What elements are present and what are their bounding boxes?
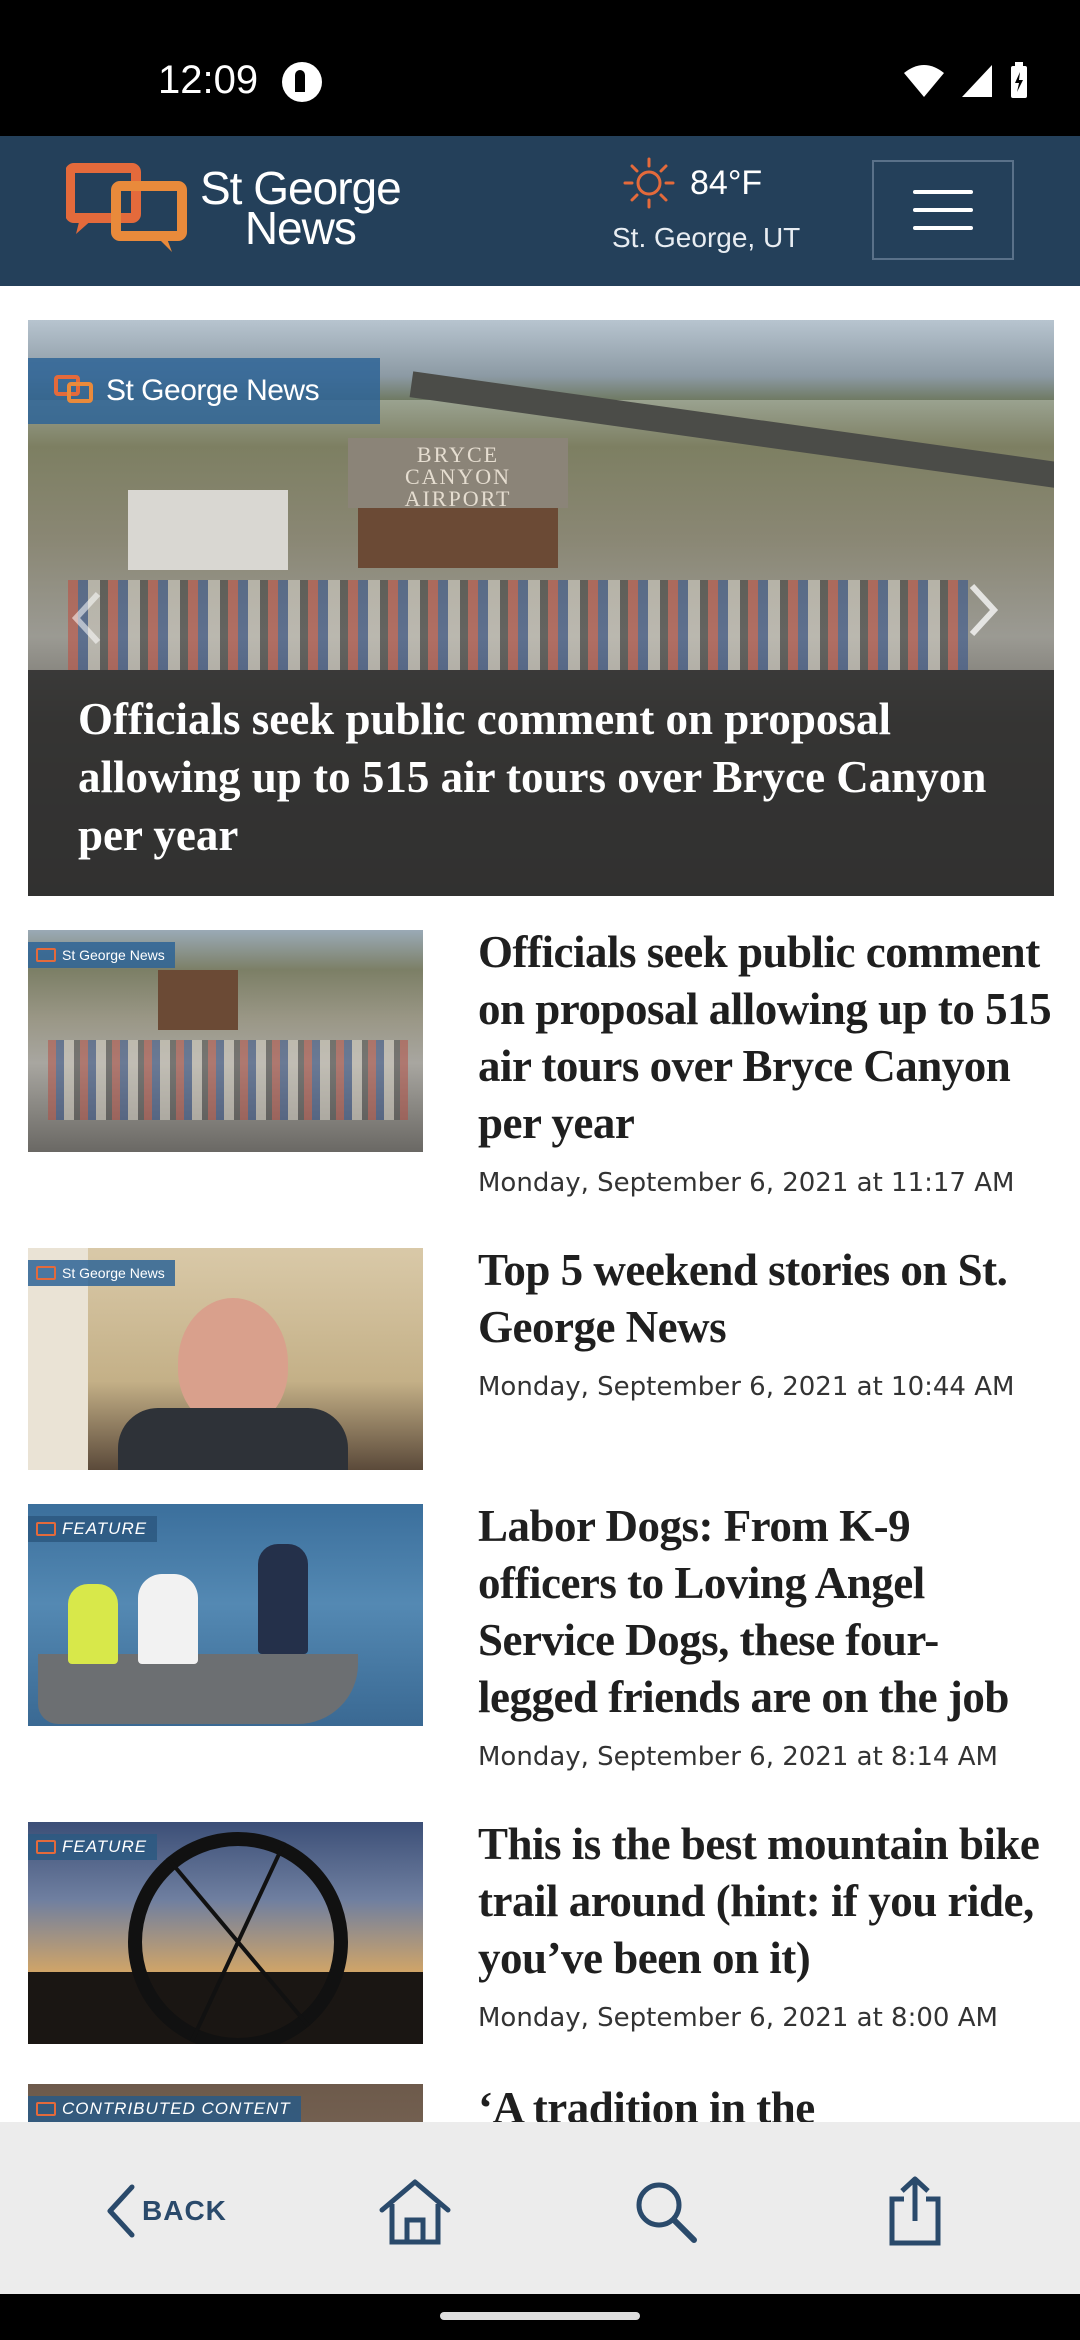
back-button[interactable]: BACK [104, 2176, 227, 2246]
weather-location: St. George, UT [612, 222, 801, 253]
hero-caption[interactable]: Officials seek public comment on proposa… [28, 670, 1054, 896]
logo-mark-icon [66, 163, 187, 252]
thumbnail-tag-label: St George News [62, 947, 165, 963]
menu-button[interactable] [872, 160, 1014, 260]
hero-roof-text: BRYCE CANYON AIRPORT [404, 442, 512, 511]
hamburger-line [913, 208, 973, 212]
app-header: St George News 84°F St. George, UT [0, 136, 1080, 286]
hero-source-badge: St George News [28, 358, 380, 424]
back-button-label: BACK [142, 2195, 227, 2226]
thumbnail-tag: St George News [28, 1260, 175, 1286]
article-date: Monday, September 6, 2021 at 10:44 AM [478, 1372, 1015, 1402]
article-thumbnail[interactable]: FEATURE [28, 1822, 423, 2044]
weather-temperature: 84°F [690, 163, 763, 202]
article-thumbnail[interactable]: St George News [28, 930, 423, 1152]
sun-icon [623, 157, 675, 209]
hero-image-crowd [68, 580, 968, 670]
thumbnail-tag-label: St George News [62, 1265, 165, 1281]
thumbnail-tag: CONTRIBUTED CONTENT [28, 2096, 301, 2122]
status-time: 12:09 [158, 58, 259, 102]
hero-carousel[interactable]: BRYCE CANYON AIRPORT St George News Offi… [28, 320, 1054, 896]
home-gesture-pill[interactable] [440, 2312, 640, 2320]
home-button[interactable] [378, 2176, 452, 2246]
hamburger-line [913, 190, 973, 194]
status-bar: 12:09 [0, 0, 1080, 136]
signal-icon [962, 65, 992, 97]
thumbnail-tag: FEATURE [28, 1834, 158, 1860]
hero-title[interactable]: Officials seek public comment on proposa… [78, 690, 1004, 864]
site-logo[interactable]: St George News [66, 160, 402, 256]
thumbnail-tag: FEATURE [28, 1516, 158, 1542]
article-date: Monday, September 6, 2021 at 8:00 AM [478, 2003, 998, 2033]
share-icon [889, 2176, 941, 2246]
battery-icon [1011, 62, 1027, 98]
chevron-left-icon [107, 2184, 135, 2238]
notification-app-icon [282, 62, 322, 102]
article-thumbnail[interactable]: CONTRIBUTED CONTENT [28, 2084, 423, 2122]
logo-mark-icon [36, 2102, 56, 2116]
logo-mark-icon [54, 375, 93, 403]
thumbnail-tag-label: FEATURE [62, 1519, 148, 1538]
search-button[interactable] [632, 2176, 698, 2246]
logo-mark-icon [36, 1522, 56, 1536]
logo-text-line2: News [244, 202, 357, 254]
article-title[interactable]: ‘A tradition in the [478, 2084, 1054, 2122]
weather-widget[interactable]: 84°F St. George, UT [612, 156, 812, 254]
bottom-nav: BACK [0, 2122, 1080, 2294]
carousel-next-icon[interactable] [966, 580, 1002, 640]
share-button[interactable] [886, 2176, 944, 2246]
hamburger-line [913, 226, 973, 230]
article-title[interactable]: Officials seek public comment on proposa… [478, 924, 1058, 1152]
article-item[interactable]: CONTRIBUTED CONTENT ‘A tradition in the [28, 2084, 1054, 2122]
search-icon [636, 2182, 697, 2243]
system-navigation-bar [0, 2294, 1080, 2340]
article-item[interactable]: St George News Top 5 weekend stories on … [28, 1245, 1054, 1478]
logo-text: St George News [200, 165, 402, 254]
article-thumbnail[interactable]: St George News [28, 1248, 423, 1470]
status-icons [902, 62, 1030, 100]
thumbnail-tag-label: CONTRIBUTED CONTENT [62, 2099, 291, 2118]
hero-badge-label: St George News [106, 374, 320, 407]
thumbnail-tag-label: FEATURE [62, 1837, 148, 1856]
home-icon [379, 2179, 451, 2245]
logo-mark-icon [36, 1840, 56, 1854]
article-thumbnail[interactable]: FEATURE [28, 1504, 423, 1726]
logo-mark-icon [36, 1266, 56, 1280]
article-title[interactable]: Top 5 weekend stories on St. George News [478, 1242, 1058, 1356]
article-item[interactable]: FEATURE This is the best mountain bike t… [28, 1819, 1054, 2062]
article-date: Monday, September 6, 2021 at 11:17 AM [478, 1168, 1015, 1198]
article-item[interactable]: St George News Officials seek public com… [28, 927, 1054, 1220]
article-item[interactable]: FEATURE Labor Dogs: From K-9 officers to… [28, 1501, 1054, 1794]
carousel-prev-icon[interactable] [68, 588, 104, 648]
article-date: Monday, September 6, 2021 at 8:14 AM [478, 1742, 998, 1772]
wifi-icon [904, 65, 944, 97]
article-title[interactable]: This is the best mountain bike trail aro… [478, 1816, 1058, 1987]
hero-image-hangar [128, 490, 288, 570]
thumbnail-tag: St George News [28, 942, 175, 968]
logo-mark-icon [36, 948, 56, 962]
article-title[interactable]: Labor Dogs: From K-9 officers to Loving … [478, 1498, 1058, 1726]
